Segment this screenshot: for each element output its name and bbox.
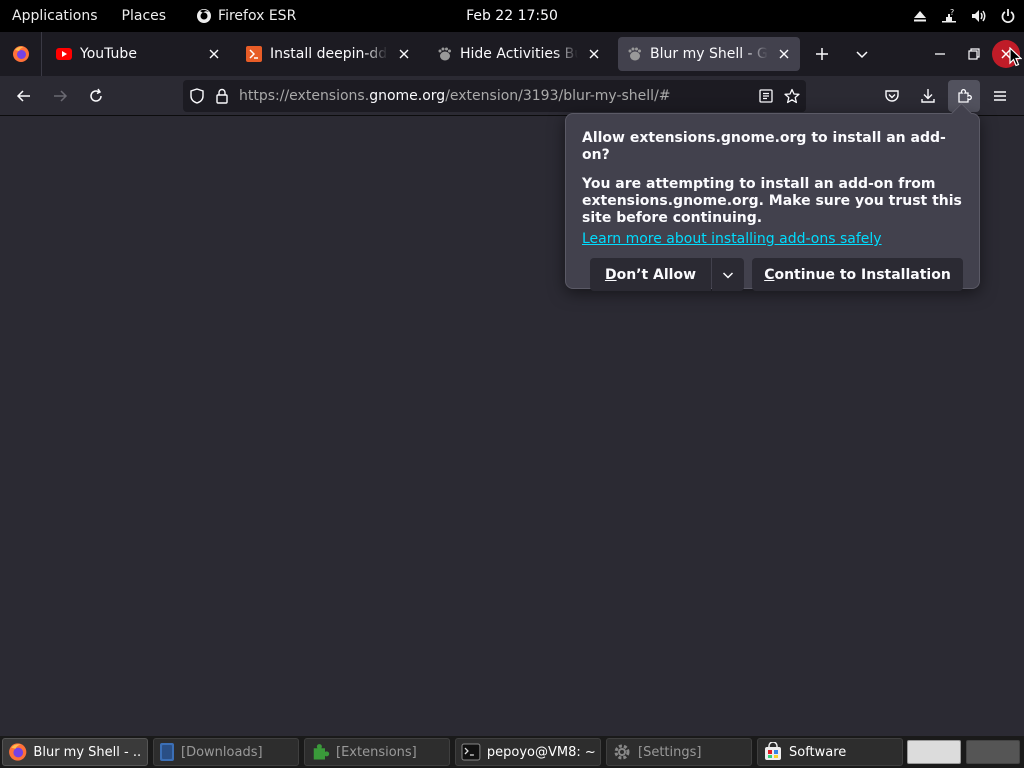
- dont-allow-button[interactable]: Don’t Allow: [590, 258, 711, 291]
- url-bar[interactable]: https://extensions.gnome.org/extension/3…: [183, 80, 806, 112]
- close-tab-icon[interactable]: [586, 46, 602, 62]
- chevron-down-icon: [722, 271, 734, 279]
- forward-button[interactable]: [44, 80, 76, 112]
- restore-icon: [968, 48, 980, 60]
- url-text[interactable]: https://extensions.gnome.org/extension/3…: [239, 88, 748, 104]
- taskbar-item-label: [Settings]: [638, 744, 702, 760]
- mouse-cursor-icon: [1009, 47, 1022, 67]
- tab-install-deepin[interactable]: Install deepin-dde on Deb: [238, 37, 420, 71]
- close-tab-icon[interactable]: [396, 46, 412, 62]
- download-icon: [921, 89, 935, 103]
- url-suffix: /extension/3193/blur-my-shell/#: [445, 88, 671, 104]
- firefox-icon: [9, 743, 27, 761]
- folder-icon: [160, 743, 174, 761]
- close-tab-icon[interactable]: [776, 46, 792, 62]
- tab-label: Install deepin-dde on Deb: [270, 46, 388, 62]
- puzzle-icon: [313, 744, 330, 760]
- list-all-tabs-button[interactable]: [846, 38, 878, 70]
- svg-text:?: ?: [950, 8, 954, 17]
- workspace-1[interactable]: [907, 740, 961, 764]
- url-domain: gnome.org: [369, 88, 446, 104]
- forward-arrow-icon: [54, 90, 68, 102]
- reload-button[interactable]: [80, 80, 112, 112]
- dont-allow-accesskey: D: [604, 266, 617, 283]
- restore-button[interactable]: [958, 38, 990, 70]
- youtube-icon: [56, 48, 72, 60]
- eject-icon[interactable]: [912, 8, 928, 24]
- places-menu[interactable]: Places: [110, 0, 179, 32]
- firefox-app-icon: [197, 9, 212, 23]
- install-icon: [246, 46, 262, 62]
- back-button[interactable]: [8, 80, 40, 112]
- popup-message: You are attempting to install an add-on …: [582, 176, 962, 226]
- downloads-button[interactable]: [912, 80, 944, 112]
- hamburger-menu-icon: [994, 91, 1006, 101]
- taskbar-item-label: pepoyo@VM8: ~: [486, 744, 595, 760]
- clock[interactable]: Feb 22 17:50: [466, 8, 558, 24]
- tab-label: YouTube: [80, 46, 137, 62]
- continue-accesskey: C: [764, 266, 775, 283]
- tracking-protection-shield-icon[interactable]: [189, 88, 205, 104]
- window-list-taskbar: Blur my Shell - ... [Downloads] [Extensi…: [0, 736, 1024, 768]
- chevron-down-icon: [856, 51, 868, 59]
- url-prefix: https://extensions.: [239, 88, 370, 104]
- app-name: Firefox ESR: [218, 8, 297, 24]
- tab-blur-my-shell[interactable]: Blur my Shell - GNOME Sh: [618, 37, 800, 71]
- terminal-icon: [461, 743, 481, 761]
- minimize-icon: [935, 53, 945, 55]
- taskbar-item-firefox[interactable]: Blur my Shell - ...: [2, 738, 148, 766]
- tab-strip: YouTube Install deepin-dde on Deb Hide A…: [0, 32, 1024, 76]
- new-tab-button[interactable]: [806, 38, 838, 70]
- dont-allow-label: on’t Allow: [616, 266, 697, 283]
- gnome-foot-icon: [628, 47, 641, 61]
- taskbar-item-label: Software: [789, 744, 847, 760]
- taskbar-item-settings[interactable]: [Settings]: [606, 738, 752, 766]
- continue-to-installation-button[interactable]: Continue to Installation: [752, 258, 963, 291]
- popup-buttons: Don’t Allow Continue to Installation: [590, 258, 963, 291]
- minimize-button[interactable]: [924, 38, 956, 70]
- pocket-button[interactable]: [876, 80, 908, 112]
- software-icon: [765, 742, 781, 760]
- continue-label: ontinue to Installation: [774, 266, 951, 283]
- reader-view-icon[interactable]: [758, 88, 774, 104]
- back-arrow-icon: [16, 90, 30, 102]
- taskbar-item-label: [Extensions]: [336, 744, 417, 760]
- tab-label: Blur my Shell - GNOME Sh: [650, 46, 768, 62]
- reload-icon: [90, 88, 102, 102]
- gear-icon: [614, 744, 630, 760]
- network-unknown-icon[interactable]: ?: [940, 8, 958, 24]
- puzzle-piece-icon: [958, 89, 972, 103]
- applications-menu[interactable]: Applications: [0, 0, 110, 32]
- taskbar-item-label: [Downloads]: [181, 744, 263, 760]
- learn-more-link[interactable]: Learn more about installing add-ons safe…: [582, 231, 882, 248]
- taskbar-item-software[interactable]: Software: [757, 738, 903, 766]
- dont-allow-split-button: Don’t Allow: [590, 258, 744, 291]
- taskbar-item-label: Blur my Shell - ...: [33, 744, 142, 760]
- app-menu[interactable]: Firefox ESR: [178, 0, 308, 32]
- bookmark-star-icon[interactable]: [784, 88, 800, 104]
- taskbar-item-downloads[interactable]: [Downloads]: [153, 738, 299, 766]
- navigation-toolbar: https://extensions.gnome.org/extension/3…: [0, 76, 1024, 116]
- system-status-area[interactable]: ?: [912, 0, 1016, 32]
- tab-hide-activities[interactable]: Hide Activities Button - GN: [428, 37, 610, 71]
- firefox-view-button[interactable]: [0, 32, 42, 76]
- power-icon[interactable]: [1000, 8, 1016, 24]
- tab-label: Hide Activities Button - GN: [460, 46, 578, 62]
- plus-icon: [816, 48, 828, 60]
- taskbar-item-extensions[interactable]: [Extensions]: [304, 738, 450, 766]
- lock-icon[interactable]: [215, 88, 229, 104]
- addon-install-permission-popup: Allow extensions.gnome.org to install an…: [565, 113, 980, 291]
- app-menu-button[interactable]: [984, 80, 1016, 112]
- pocket-icon: [885, 90, 899, 102]
- gnome-foot-icon: [438, 47, 451, 61]
- popup-title: Allow extensions.gnome.org to install an…: [582, 130, 946, 163]
- gnome-top-bar: Applications Places Firefox ESR Feb 22 1…: [0, 0, 1024, 32]
- taskbar-item-terminal[interactable]: pepoyo@VM8: ~: [455, 738, 601, 766]
- tab-youtube[interactable]: YouTube: [48, 37, 230, 71]
- volume-icon[interactable]: [970, 8, 988, 24]
- firefox-icon: [12, 46, 29, 62]
- close-tab-icon[interactable]: [206, 46, 222, 62]
- dont-allow-dropdown-button[interactable]: [712, 258, 744, 291]
- workspace-2[interactable]: [966, 740, 1020, 764]
